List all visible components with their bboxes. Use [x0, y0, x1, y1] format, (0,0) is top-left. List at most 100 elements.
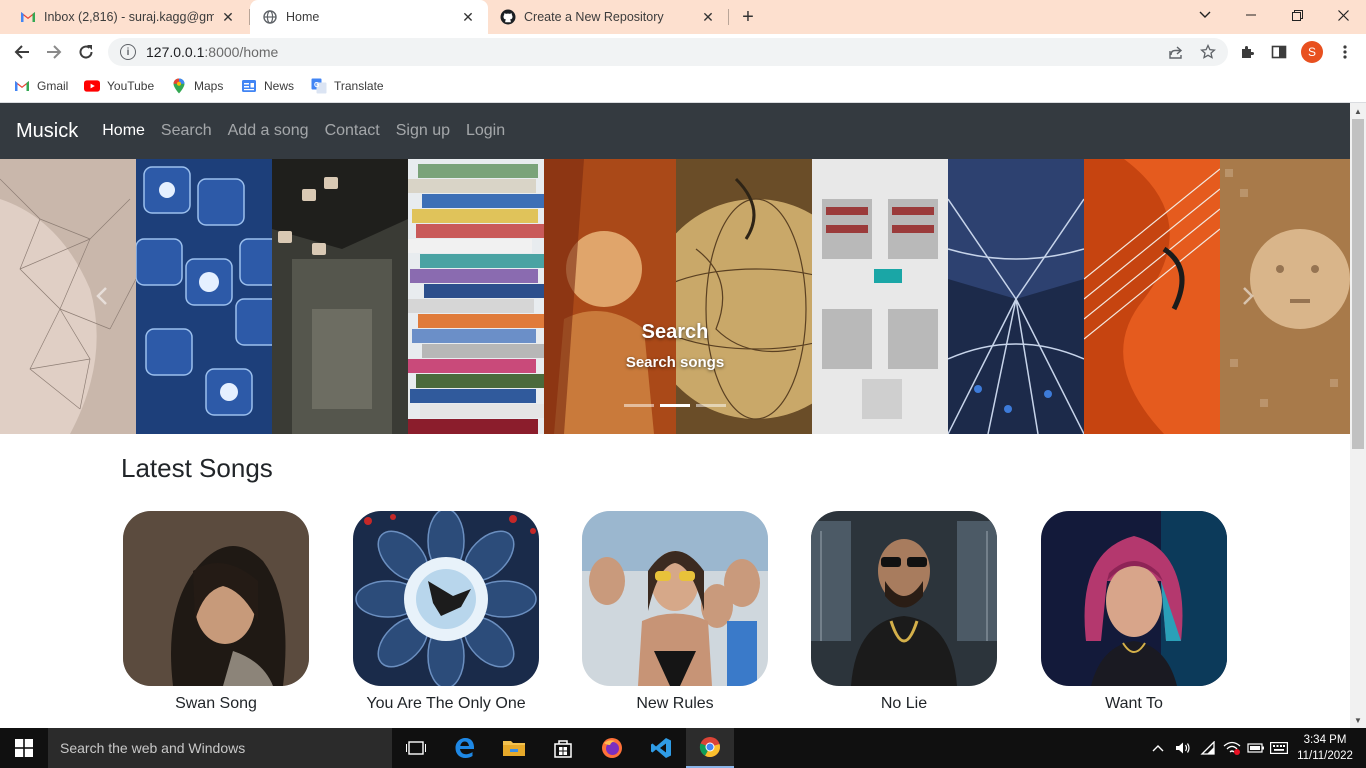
carousel-indicator-1[interactable]: [624, 404, 654, 407]
song-card-new-rules[interactable]: New Rules: [582, 511, 768, 713]
back-arrow-icon: [14, 45, 29, 59]
song-card-want-to[interactable]: Want To: [1041, 511, 1227, 713]
restore-button[interactable]: [1274, 0, 1320, 30]
tab-search-chevron-icon[interactable]: [1182, 0, 1228, 30]
minimize-button[interactable]: [1228, 0, 1274, 30]
close-tab-icon[interactable]: ✕: [460, 9, 476, 25]
tab-home[interactable]: Home ✕: [250, 0, 488, 34]
tray-chevron-up-icon[interactable]: [1148, 728, 1168, 768]
bookmark-gmail[interactable]: Gmail: [14, 76, 68, 96]
song-card-you-are-the-only-one[interactable]: You Are The Only One: [353, 511, 539, 713]
song-cover-image[interactable]: [1041, 511, 1227, 686]
share-icon[interactable]: [1167, 43, 1185, 61]
firefox-icon[interactable]: [588, 728, 636, 768]
vscode-icon[interactable]: [637, 728, 685, 768]
back-button[interactable]: [8, 38, 36, 66]
close-window-button[interactable]: [1320, 0, 1366, 30]
carousel-image-painting: [544, 159, 678, 434]
edge-browser-icon[interactable]: [441, 728, 489, 768]
song-card-no-lie[interactable]: No Lie: [811, 511, 997, 713]
extensions-icon[interactable]: [1237, 42, 1257, 62]
song-title[interactable]: Want To: [1041, 695, 1227, 713]
nav-link-contact[interactable]: Contact: [325, 122, 380, 140]
nav-link-home[interactable]: Home: [102, 122, 145, 140]
nav-link-search[interactable]: Search: [161, 122, 212, 140]
tab-title: Create a New Repository: [524, 10, 664, 24]
bookmark-label: Maps: [194, 79, 224, 93]
tab-divider: [728, 9, 729, 25]
site-navbar: Musick Home Search Add a song Contact Si…: [0, 103, 1350, 159]
keyboard-icon[interactable]: [1268, 728, 1290, 768]
bookmark-youtube[interactable]: YouTube: [84, 76, 154, 96]
taskbar-clock[interactable]: 3:34 PM 11/11/2022: [1292, 732, 1358, 764]
bookmark-label: Gmail: [37, 79, 69, 93]
wifi-icon[interactable]: [1197, 728, 1219, 768]
news-icon: [241, 78, 257, 94]
tab-github-new-repo[interactable]: Create a New Repository ✕: [488, 0, 728, 34]
scroll-up-arrow-icon[interactable]: ▲: [1350, 103, 1366, 119]
song-cover-image[interactable]: [582, 511, 768, 686]
chrome-icon[interactable]: [686, 728, 734, 768]
bookmark-translate[interactable]: G Translate: [311, 76, 384, 96]
gmail-icon: [20, 9, 36, 25]
bookmark-maps[interactable]: Maps: [171, 76, 223, 96]
volume-icon[interactable]: [1172, 728, 1194, 768]
gmail-icon: [14, 78, 30, 94]
carousel-image-globe: [676, 159, 812, 434]
close-tab-icon[interactable]: ✕: [220, 9, 236, 25]
youtube-icon: [84, 78, 100, 94]
tab-gmail-inbox[interactable]: Inbox (2,816) - suraj.kagg@gmail ✕: [8, 0, 248, 34]
kebab-menu-icon[interactable]: [1335, 42, 1355, 62]
clock-time: 3:34 PM: [1303, 734, 1347, 746]
bookmark-star-icon[interactable]: [1199, 43, 1217, 61]
file-explorer-icon[interactable]: [490, 728, 538, 768]
hero-carousel: Search Search songs: [0, 159, 1350, 434]
carousel-image-social-icons: [136, 159, 272, 434]
bookmark-news[interactable]: News: [241, 76, 294, 96]
song-title[interactable]: Swan Song: [123, 695, 309, 713]
profile-avatar[interactable]: S: [1301, 41, 1323, 63]
translate-icon: G: [311, 78, 327, 94]
forward-arrow-icon: [47, 45, 62, 59]
maps-icon: [171, 78, 187, 94]
reload-button[interactable]: [72, 38, 100, 66]
nav-link-add-song[interactable]: Add a song: [228, 122, 309, 140]
windows-logo-icon: [15, 739, 33, 757]
site-info-icon[interactable]: i: [120, 44, 136, 60]
scrollbar-thumb[interactable]: [1352, 119, 1364, 449]
store-icon[interactable]: [539, 728, 587, 768]
carousel-image-violin: [1084, 159, 1220, 434]
reload-icon: [79, 45, 93, 59]
song-title[interactable]: No Lie: [811, 695, 997, 713]
start-button[interactable]: [0, 728, 48, 768]
song-title[interactable]: You Are The Only One: [353, 695, 539, 713]
task-view-icon[interactable]: [392, 728, 440, 768]
taskbar-search-box[interactable]: Search the web and Windows: [48, 728, 392, 768]
side-panel-icon[interactable]: [1269, 42, 1289, 62]
nav-link-sign-up[interactable]: Sign up: [396, 122, 450, 140]
bookmarks-bar: Gmail YouTube Maps News G Translate: [0, 70, 1366, 103]
song-cover-image[interactable]: [811, 511, 997, 686]
scroll-down-arrow-icon[interactable]: ▼: [1350, 712, 1366, 728]
network-disconnected-icon[interactable]: [1221, 728, 1243, 768]
song-card-swan-song[interactable]: Swan Song: [123, 511, 309, 713]
carousel-caption-title: Search: [641, 321, 709, 343]
nav-link-login[interactable]: Login: [466, 122, 505, 140]
carousel-indicator-3[interactable]: [696, 404, 726, 407]
battery-icon[interactable]: [1245, 728, 1267, 768]
carousel-next-chevron-icon[interactable]: [1238, 284, 1258, 308]
new-tab-button[interactable]: +: [736, 5, 760, 29]
carousel-indicator-2[interactable]: [660, 404, 690, 407]
song-title[interactable]: New Rules: [582, 695, 768, 713]
bookmark-label: Translate: [334, 79, 384, 93]
song-cover-image[interactable]: [353, 511, 539, 686]
song-cover-image[interactable]: [123, 511, 309, 686]
forward-button[interactable]: [40, 38, 68, 66]
tab-title: Home: [286, 10, 320, 24]
carousel-prev-chevron-icon[interactable]: [92, 284, 112, 308]
site-brand[interactable]: Musick: [16, 120, 78, 143]
carousel-caption: Search Search songs: [0, 321, 1350, 371]
close-tab-icon[interactable]: ✕: [700, 9, 716, 25]
page-scrollbar[interactable]: ▲ ▼: [1350, 103, 1366, 728]
address-bar[interactable]: i 127.0.0.1:8000/home: [108, 38, 1228, 66]
